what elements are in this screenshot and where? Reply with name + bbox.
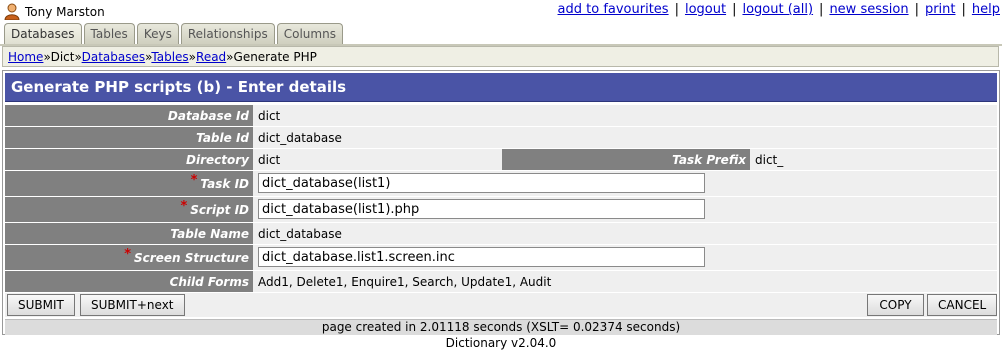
row-script-id: * Script ID bbox=[5, 196, 997, 222]
breadcrumb-separator: » bbox=[43, 50, 51, 64]
script-id-label: Script ID bbox=[190, 202, 249, 217]
main-panel: Generate PHP scripts (b) - Enter details… bbox=[2, 70, 1000, 335]
table-id-label: Table Id bbox=[5, 127, 253, 148]
required-marker: * bbox=[124, 247, 132, 262]
new-session-link[interactable]: new session bbox=[829, 2, 908, 17]
tab-keys[interactable]: Keys bbox=[136, 23, 179, 44]
row-table-id: Table Id dict_database bbox=[5, 126, 997, 148]
header-links: add to favourites | logout | logout (all) | ne… bbox=[557, 2, 1000, 17]
breadcrumb-read[interactable]: Read bbox=[196, 50, 226, 64]
user-info: Tony Marston bbox=[4, 3, 105, 20]
task-id-input[interactable] bbox=[258, 173, 705, 193]
page-title: Generate PHP scripts (b) - Enter details bbox=[5, 73, 997, 102]
row-screen-structure: * Screen Structure bbox=[5, 244, 997, 270]
user-name: Tony Marston bbox=[25, 4, 105, 19]
row-directory: Directory dict Task Prefix dict_ bbox=[5, 148, 997, 170]
copy-button[interactable]: COPY bbox=[867, 294, 924, 316]
logout-link[interactable]: logout bbox=[685, 2, 726, 17]
breadcrumb: Home»Dict»Databases»Tables»Read»Generate… bbox=[2, 46, 999, 67]
breadcrumb-databases[interactable]: Databases bbox=[82, 50, 146, 64]
row-child-forms: Child Forms Add1, Delete1, Enquire1, Sea… bbox=[5, 270, 997, 292]
directory-value: dict bbox=[258, 152, 281, 167]
child-forms-value: Add1, Delete1, Enquire1, Search, Update1… bbox=[258, 274, 552, 289]
help-link[interactable]: help bbox=[972, 2, 1000, 17]
breadcrumb-home[interactable]: Home bbox=[8, 50, 43, 64]
task-id-label: Task ID bbox=[200, 176, 249, 191]
directory-label: Directory bbox=[5, 149, 253, 170]
breadcrumb-dict: Dict bbox=[50, 50, 75, 64]
row-database-id: Database Id dict bbox=[5, 104, 997, 126]
screen-structure-input[interactable] bbox=[258, 247, 705, 267]
breadcrumb-separator: » bbox=[74, 50, 82, 64]
button-bar: SUBMIT SUBMIT+next COPY CANCEL bbox=[5, 293, 997, 317]
task-id-label-cell: * Task ID bbox=[5, 171, 253, 196]
tab-bar: Databases Tables Keys Relationships Colu… bbox=[4, 23, 345, 45]
breadcrumb-tables[interactable]: Tables bbox=[151, 50, 188, 64]
tab-columns[interactable]: Columns bbox=[276, 23, 343, 44]
child-forms-label: Child Forms bbox=[5, 271, 253, 292]
print-link[interactable]: print bbox=[925, 2, 956, 17]
add-to-favourites-link[interactable]: add to favourites bbox=[558, 2, 669, 17]
row-table-name: Table Name dict_database bbox=[5, 222, 997, 244]
timing-footer: page created in 2.01118 seconds (XSLT= 0… bbox=[5, 319, 997, 335]
top-bar: Tony Marston add to favourites | logout | lo… bbox=[0, 0, 1002, 22]
script-id-input[interactable] bbox=[258, 199, 705, 219]
breadcrumb-current: Generate PHP bbox=[233, 50, 317, 64]
table-name-label: Table Name bbox=[5, 223, 253, 244]
breadcrumb-separator: » bbox=[226, 50, 234, 64]
required-marker: * bbox=[190, 173, 198, 188]
required-marker: * bbox=[180, 199, 188, 214]
table-id-value: dict_database bbox=[258, 130, 342, 145]
screen-structure-label-cell: * Screen Structure bbox=[5, 245, 253, 270]
database-id-value: dict bbox=[258, 108, 281, 123]
submit-button[interactable]: SUBMIT bbox=[7, 294, 75, 316]
version-text: Dictionary v2.04.0 bbox=[445, 336, 557, 350]
tab-relationships[interactable]: Relationships bbox=[180, 23, 275, 44]
submit-next-button[interactable]: SUBMIT+next bbox=[80, 294, 185, 316]
screen-structure-label: Screen Structure bbox=[134, 250, 249, 265]
person-icon bbox=[4, 3, 20, 20]
cancel-button[interactable]: CANCEL bbox=[927, 294, 997, 316]
database-id-label: Database Id bbox=[5, 105, 253, 126]
tab-tables[interactable]: Tables bbox=[83, 23, 135, 44]
row-task-id: * Task ID bbox=[5, 170, 997, 196]
tab-databases[interactable]: Databases bbox=[4, 23, 82, 45]
table-name-value: dict_database bbox=[258, 226, 342, 241]
task-prefix-value: dict_ bbox=[755, 152, 784, 167]
breadcrumb-separator: » bbox=[188, 50, 197, 64]
task-prefix-label: Task Prefix bbox=[502, 149, 750, 170]
script-id-label-cell: * Script ID bbox=[5, 197, 253, 222]
logout-all-link[interactable]: logout (all) bbox=[742, 2, 813, 17]
